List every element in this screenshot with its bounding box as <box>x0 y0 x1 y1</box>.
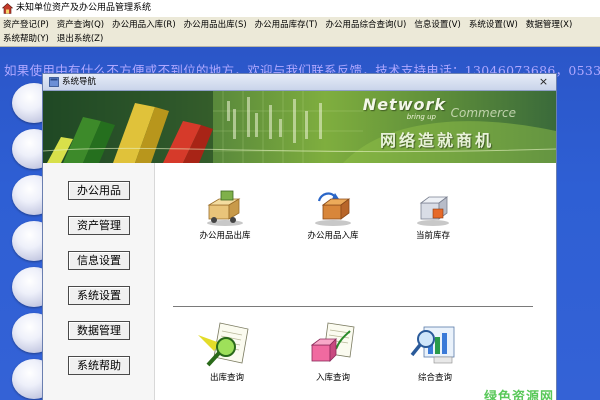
boxes-inbound-icon <box>315 192 351 226</box>
category-button-asset-management[interactable]: 资产管理 <box>68 216 130 235</box>
banner-slogan: 网络造就商机 <box>379 131 494 150</box>
category-button-office-supplies[interactable]: 办公用品 <box>68 181 130 200</box>
category-sidebar: 办公用品 资产管理 信息设置 系统设置 数据管理 系统帮助 <box>43 163 155 400</box>
menu-system-settings[interactable]: 系统设置(W) <box>466 18 523 32</box>
func-label: 当前库存 <box>415 231 450 241</box>
menu-row-2: 系统帮助(Y) 退出系统(Z) <box>0 32 600 46</box>
close-icon[interactable]: × <box>537 76 550 88</box>
mdi-desktop: 如果使用中有什么不方便或不到位的地方，欢迎与我们联系反馈，技术支持电话：1304… <box>0 47 600 400</box>
window-icon <box>49 77 59 87</box>
banner-subtitle: bring up <box>406 113 436 121</box>
menu-supplies-combined-query[interactable]: 办公用品综合查询(U) <box>323 18 412 32</box>
menu-bar: 资产登记(P) 资产查询(Q) 办公用品入库(R) 办公用品出库(S) 办公用品… <box>0 17 600 47</box>
menu-supplies-outbound[interactable]: 办公用品出库(S) <box>181 18 252 32</box>
menu-asset-register[interactable]: 资产登记(P) <box>0 18 54 32</box>
category-button-info-settings[interactable]: 信息设置 <box>68 251 130 270</box>
window-title: 未知单位资产及办公用品管理系统 <box>16 3 152 13</box>
func-label: 出库查询 <box>209 373 244 383</box>
menu-info-settings[interactable]: 信息设置(V) <box>411 18 465 32</box>
navigation-window-title: 系统导航 <box>62 76 97 87</box>
navigation-window: 系统导航 × Network bring up Commerce 网络造就商机 … <box>42 73 557 400</box>
func-inbound-query[interactable]: 入库查询 <box>293 321 373 383</box>
func-label: 办公用品出库 <box>199 231 251 241</box>
chart-search-icon <box>410 326 455 364</box>
app-house-icon <box>2 3 13 14</box>
magnifier-document-icon <box>198 322 249 367</box>
section-divider <box>173 306 533 307</box>
navigation-window-titlebar[interactable]: 系统导航 × <box>43 74 556 91</box>
menu-supplies-stock[interactable]: 办公用品库存(T) <box>252 18 323 32</box>
menu-row-1: 资产登记(P) 资产查询(Q) 办公用品入库(R) 办公用品出库(S) 办公用品… <box>0 18 600 32</box>
function-pane: 办公用品出库 办公用品入库 当前库存 出库查询 入库查询 综合查询 绿色资源网 <box>155 163 556 400</box>
menu-system-help[interactable]: 系统帮助(Y) <box>0 32 54 46</box>
menu-exit-system[interactable]: 退出系统(Z) <box>54 32 108 46</box>
func-label: 综合查询 <box>417 373 452 383</box>
func-supplies-inbound[interactable]: 办公用品入库 <box>293 187 373 241</box>
func-label: 办公用品入库 <box>307 231 359 241</box>
func-outbound-query[interactable]: 出库查询 <box>187 321 267 383</box>
header-banner: Network bring up Commerce 网络造就商机 <box>43 91 556 163</box>
func-label: 入库查询 <box>315 373 350 383</box>
watermark-text: 绿色资源网 <box>483 390 554 400</box>
category-button-system-settings[interactable]: 系统设置 <box>68 286 130 305</box>
menu-data-management[interactable]: 数据管理(X) <box>523 18 577 32</box>
func-combined-query[interactable]: 综合查询 <box>395 321 475 383</box>
func-supplies-outbound[interactable]: 办公用品出库 <box>185 187 265 241</box>
box-document-icon <box>310 322 355 362</box>
window-titlebar: 未知单位资产及办公用品管理系统 <box>0 0 600 17</box>
category-button-system-help[interactable]: 系统帮助 <box>68 356 130 375</box>
banner-logo-text: Network <box>362 95 446 114</box>
category-button-data-management[interactable]: 数据管理 <box>68 321 130 340</box>
inventory-box-icon <box>417 196 449 226</box>
banner-subtitle-2: Commerce <box>450 106 516 120</box>
truck-outbound-icon <box>207 190 243 226</box>
menu-asset-query[interactable]: 资产查询(Q) <box>54 18 109 32</box>
func-current-stock[interactable]: 当前库存 <box>393 187 473 241</box>
menu-supplies-inbound[interactable]: 办公用品入库(R) <box>109 18 181 32</box>
